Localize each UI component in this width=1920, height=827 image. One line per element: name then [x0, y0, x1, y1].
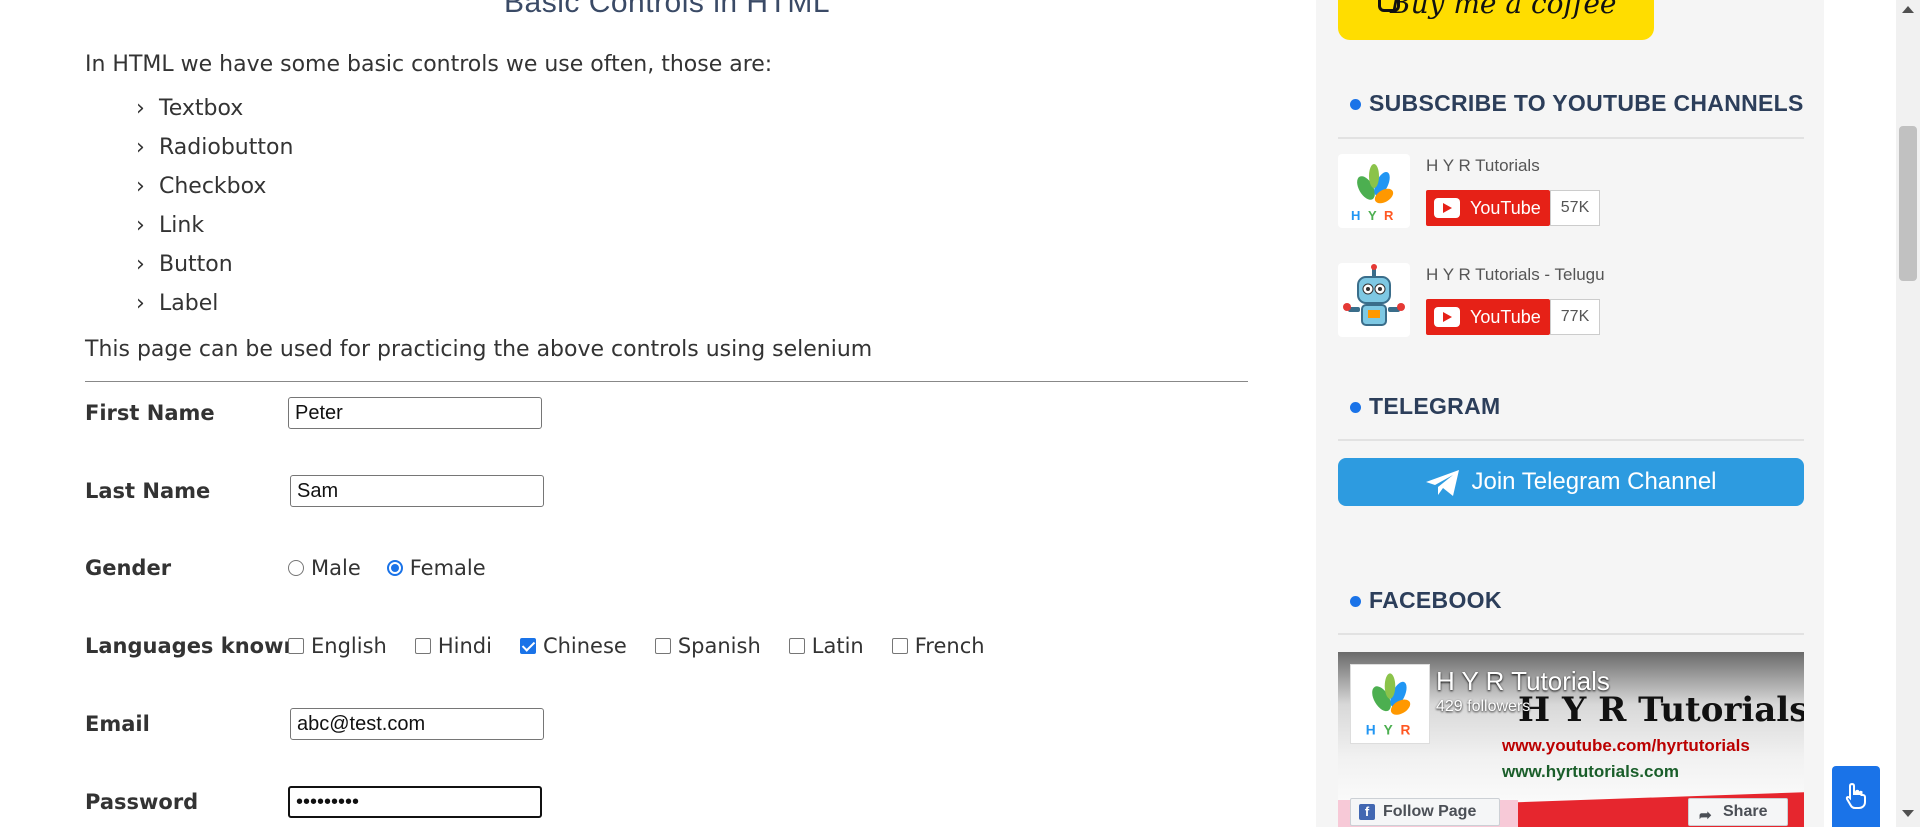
last-name-input[interactable] [290, 475, 544, 507]
language-option-spanish[interactable]: Spanish [654, 634, 761, 658]
first-name-label: First Name [85, 401, 215, 425]
share-button[interactable]: ➦ Share [1688, 798, 1788, 826]
svg-text:H: H [1366, 723, 1376, 738]
telegram-plane-icon [1426, 469, 1460, 496]
svg-text:Y: Y [1368, 208, 1377, 223]
youtube-section-heading: SUBSCRIBE TO YOUTUBE CHANNELS [1350, 90, 1804, 117]
chevron-right-icon: › [136, 96, 145, 121]
floating-action-button[interactable] [1832, 766, 1880, 827]
password-label: Password [85, 790, 199, 814]
practice-note: This page can be used for practicing the… [85, 337, 873, 362]
svg-text:H: H [1351, 208, 1360, 223]
channel-name[interactable]: H Y R Tutorials - Telugu [1426, 265, 1605, 285]
language-option-chinese[interactable]: Chinese [519, 634, 627, 658]
chevron-right-icon: › [136, 252, 145, 277]
facebook-icon: f [1359, 804, 1375, 820]
youtube-subscribe-button[interactable]: YouTube [1426, 299, 1550, 335]
language-option-french[interactable]: French [891, 634, 985, 658]
bullet-dot-icon [1350, 99, 1361, 111]
last-name-label: Last Name [85, 479, 211, 503]
bullet-dot-icon [1350, 596, 1361, 608]
gender-label: Gender [85, 556, 172, 580]
channel-name[interactable]: H Y R Tutorials [1426, 156, 1540, 176]
list-item: › Checkbox [136, 172, 293, 211]
languages-row: Languages known English Hindi Chinese Sp… [85, 629, 1013, 663]
facebook-page-widget[interactable]: H Y R Tutorials www.youtube.com/hyrtutor… [1338, 652, 1804, 827]
page-scrollbar[interactable] [1896, 0, 1920, 827]
checkbox-hindi[interactable] [414, 638, 431, 654]
languages-label: Languages known [85, 634, 299, 658]
first-name-input[interactable] [288, 397, 542, 429]
svg-text:R: R [1384, 208, 1394, 223]
sidebar: Buy me a coffee SUBSCRIBE TO YOUTUBE CHA… [1316, 0, 1824, 827]
scroll-thumb[interactable] [1899, 126, 1917, 281]
chevron-right-icon: › [136, 291, 145, 316]
facebook-page-name[interactable]: H Y R Tutorials [1436, 666, 1610, 697]
youtube-play-icon [1434, 307, 1460, 327]
intro-text: In HTML we have some basic controls we u… [85, 52, 773, 77]
list-item: › Radiobutton [136, 133, 293, 172]
divider [85, 381, 1248, 382]
hyr-logo-icon[interactable]: H Y R [1338, 154, 1410, 228]
youtube-channel-hyr: H Y R H Y R Tutorials YouTube 57K [1338, 154, 1804, 228]
follow-page-button[interactable]: f Follow Page [1350, 798, 1500, 826]
facebook-followers: 429 followers [1436, 698, 1531, 715]
subscriber-count: 57K [1550, 190, 1600, 226]
section-divider [1338, 633, 1804, 635]
list-item: › Textbox [136, 94, 293, 133]
gender-option-male[interactable]: Male [288, 556, 361, 580]
language-option-hindi[interactable]: Hindi [414, 634, 492, 658]
subscriber-count: 77K [1550, 299, 1600, 335]
section-divider [1338, 137, 1804, 139]
chevron-right-icon: › [136, 213, 145, 238]
telegram-section-heading: TELEGRAM [1350, 393, 1500, 420]
cover-url-youtube: www.youtube.com/hyrtutorials [1502, 736, 1750, 755]
last-name-row: Last Name [85, 474, 544, 508]
email-row: Email [85, 707, 544, 741]
radio-female[interactable] [386, 560, 403, 576]
password-row: Password [85, 785, 542, 819]
youtube-subscribe-button[interactable]: YouTube [1426, 190, 1550, 226]
svg-text:R: R [1401, 723, 1411, 738]
youtube-channel-hyr-telugu: H Y R Tutorials - Telugu YouTube 77K [1338, 263, 1804, 337]
svg-text:Y: Y [1384, 723, 1393, 738]
gender-option-female[interactable]: Female [386, 556, 486, 580]
password-input[interactable] [288, 786, 542, 818]
checkbox-english[interactable] [288, 638, 304, 654]
checkbox-french[interactable] [891, 638, 908, 654]
buy-me-a-coffee-button[interactable]: Buy me a coffee [1338, 0, 1654, 40]
page-title: Basic Controls in HTML [504, 0, 831, 19]
list-item: › Link [136, 211, 293, 250]
controls-list: › Textbox › Radiobutton › Checkbox › Lin… [136, 94, 293, 328]
list-item: › Button [136, 250, 293, 289]
scroll-up-icon[interactable] [1902, 6, 1914, 13]
facebook-section-heading: FACEBOOK [1350, 587, 1502, 614]
share-arrow-icon: ➦ [1699, 807, 1712, 824]
checkbox-latin[interactable] [788, 638, 805, 654]
language-option-english[interactable]: English [288, 634, 387, 658]
email-label: Email [85, 712, 150, 736]
pointer-hand-icon [1845, 782, 1866, 809]
join-telegram-button[interactable]: Join Telegram Channel [1338, 458, 1804, 506]
section-divider [1338, 439, 1804, 441]
chevron-right-icon: › [136, 135, 145, 160]
scroll-down-icon[interactable] [1902, 810, 1914, 817]
checkbox-spanish[interactable] [654, 638, 671, 654]
youtube-play-icon [1434, 198, 1460, 218]
coffee-cup-icon [1378, 0, 1400, 12]
main-content: Basic Controls in HTML In HTML we have s… [0, 0, 1316, 827]
email-input[interactable] [290, 708, 544, 740]
checkbox-chinese[interactable] [519, 638, 536, 654]
bullet-dot-icon [1350, 402, 1361, 414]
first-name-row: First Name [85, 396, 542, 430]
gender-row: Gender Male Female [85, 551, 514, 585]
chevron-right-icon: › [136, 174, 145, 199]
language-option-latin[interactable]: Latin [788, 634, 864, 658]
cover-url-site: www.hyrtutorials.com [1502, 762, 1679, 781]
robot-logo-icon[interactable] [1338, 263, 1410, 337]
radio-male[interactable] [288, 560, 304, 576]
list-item: › Label [136, 289, 293, 328]
hyr-logo-icon[interactable]: H Y R [1350, 664, 1430, 744]
